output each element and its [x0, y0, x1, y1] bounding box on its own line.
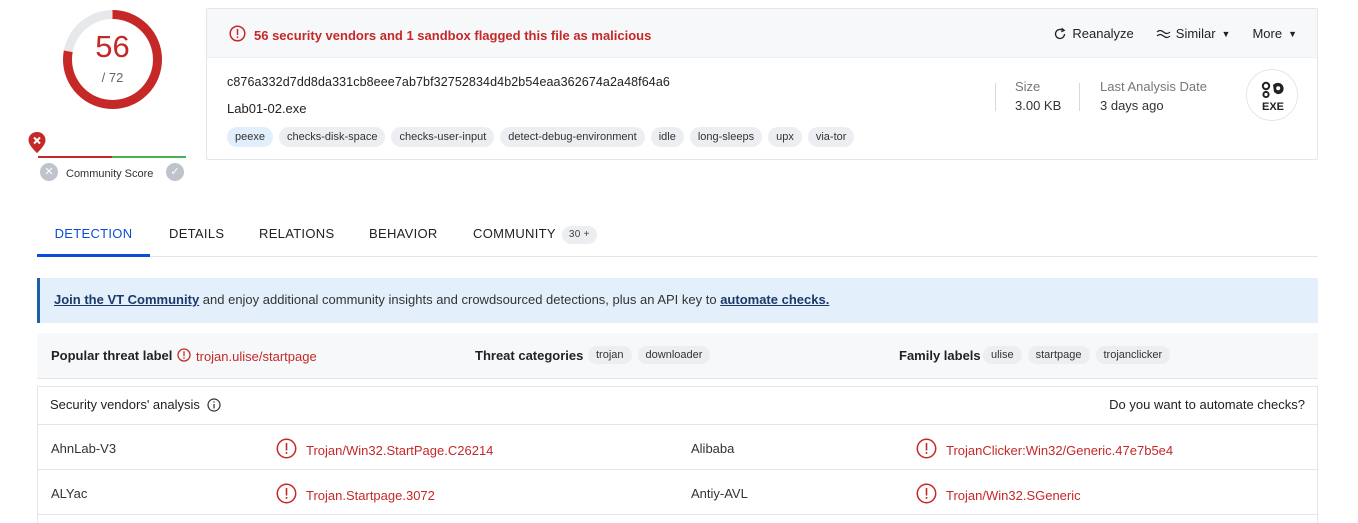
- file-tags: peexe checks-disk-space checks-user-inpu…: [227, 127, 860, 147]
- tab-detection[interactable]: DETECTION: [37, 215, 150, 257]
- reanalyze-button[interactable]: Reanalyze: [1053, 26, 1134, 41]
- file-tag[interactable]: checks-user-input: [391, 127, 495, 147]
- size-value: 3.00 KB: [1015, 98, 1062, 113]
- vendor-result: Trojan/Win32.StartPage.C26214: [276, 438, 493, 462]
- vendor-result: Trojan/Win32.SGeneric: [916, 483, 1081, 507]
- alert-circle-icon: [276, 483, 297, 507]
- alert-circle-icon: [916, 438, 937, 462]
- community-banner: Join the VT Community and enjoy addition…: [37, 278, 1318, 323]
- last-analysis-label: Last Analysis Date: [1100, 79, 1207, 94]
- map-pin-x-icon: [28, 132, 46, 159]
- file-hash[interactable]: c876a332d7dd8da331cb8eee7ab7bf32752834d4…: [227, 75, 670, 89]
- vendor-name: ALYac: [51, 486, 88, 501]
- chevron-down-icon: ▼: [1288, 28, 1297, 39]
- size-label: Size: [1015, 79, 1041, 94]
- chevron-down-icon: ▼: [1221, 28, 1231, 39]
- threat-categories-label: Threat categories: [475, 348, 584, 363]
- vendor-name: Antiy-AVL: [691, 486, 748, 501]
- card-actions: Reanalyze Similar ▼ More ▼: [1031, 26, 1297, 41]
- detection-label: Trojan/Win32.StartPage.C26214: [306, 442, 494, 458]
- last-analysis-value: 3 days ago: [1100, 98, 1164, 113]
- detection-label: TrojanClicker:Win32/Generic.47e7b5e4: [946, 442, 1174, 458]
- family-tag[interactable]: ulise: [983, 346, 1022, 364]
- file-tag[interactable]: detect-debug-environment: [500, 127, 645, 147]
- detected-count: 56: [95, 29, 130, 64]
- file-tag[interactable]: checks-disk-space: [278, 127, 386, 147]
- table-row: AhnLab-V3 Trojan/Win32.StartPage.C26214 …: [38, 426, 1317, 470]
- total-count: / 72: [101, 70, 124, 85]
- alert-circle-icon: [229, 25, 246, 45]
- file-type-badge: EXE: [1246, 69, 1298, 121]
- popular-threat-text: trojan.ulise/startpage: [196, 349, 317, 364]
- threat-category-tag[interactable]: trojan: [588, 346, 632, 364]
- community-score-label: Community Score: [66, 168, 154, 180]
- tab-community-label: COMMUNITY: [473, 226, 556, 241]
- table-row: ALYac Trojan.Startpage.3072 Antiy-AVL Tr…: [38, 471, 1317, 515]
- refresh-icon: [1055, 27, 1066, 39]
- detection-label: Trojan/Win32.SGeneric: [946, 487, 1081, 503]
- community-count-badge: 30 +: [561, 225, 597, 244]
- family-labels: ulise startpage trojanclicker: [983, 346, 1176, 364]
- family-tag[interactable]: startpage: [1027, 346, 1090, 364]
- family-tag[interactable]: trojanclicker: [1095, 346, 1171, 364]
- detection-label: Trojan.Startpage.3072: [306, 487, 435, 503]
- more-label: More: [1252, 26, 1283, 41]
- reanalyze-label: Reanalyze: [1072, 26, 1134, 41]
- malicious-alert: 56 security vendors and 1 sandbox flagge…: [229, 25, 651, 45]
- tab-relations[interactable]: RELATIONS: [259, 215, 334, 257]
- threat-category-tag[interactable]: downloader: [637, 346, 711, 364]
- vendor-result: Trojan.Startpage.3072: [276, 483, 435, 507]
- more-dropdown[interactable]: More ▼: [1252, 26, 1297, 41]
- file-tag[interactable]: idle: [650, 127, 684, 147]
- vendor-result: TrojanClicker:Win32/Generic.47e7b5e4: [916, 438, 1173, 462]
- alert-circle-icon: [276, 438, 297, 462]
- similar-dropdown[interactable]: Similar ▼: [1156, 26, 1231, 41]
- community-score-bar: [38, 156, 186, 158]
- divider: [995, 83, 996, 111]
- vendor-name: AhnLab-V3: [51, 441, 117, 456]
- automate-checks-prompt[interactable]: Do you want to automate checks?: [1109, 397, 1305, 412]
- divider: [1079, 83, 1080, 111]
- similar-label: Similar: [1175, 26, 1216, 41]
- card-header: 56 security vendors and 1 sandbox flagge…: [207, 9, 1317, 58]
- file-name: Lab01-02.exe: [227, 101, 307, 116]
- file-tag[interactable]: peexe: [227, 127, 273, 147]
- vendors-table-header: Security vendors' analysis Do you want t…: [38, 387, 1317, 425]
- alert-circle-icon: [177, 348, 191, 365]
- vendors-title: Security vendors' analysis: [50, 397, 221, 412]
- banner-text: and enjoy additional community insights …: [199, 292, 721, 307]
- vendor-name: Alibaba: [691, 441, 735, 456]
- popular-threat-label: Popular threat label: [51, 348, 173, 363]
- threat-categories: trojan downloader: [588, 346, 716, 364]
- tab-community[interactable]: COMMUNITY 30 +: [473, 215, 597, 257]
- popular-threat-value[interactable]: trojan.ulise/startpage: [177, 348, 317, 365]
- alert-circle-icon: [916, 483, 937, 507]
- vote-harmless-icon[interactable]: ✓: [166, 163, 184, 181]
- tab-bar: DETECTION DETAILS RELATIONS BEHAVIOR COM…: [37, 215, 1318, 257]
- automate-checks-link[interactable]: automate checks.: [720, 292, 829, 307]
- family-labels-label: Family labels: [899, 348, 981, 363]
- info-icon[interactable]: [207, 397, 221, 412]
- file-type-text: EXE: [1261, 101, 1284, 113]
- vendors-table: Security vendors' analysis Do you want t…: [37, 386, 1318, 523]
- join-community-link[interactable]: Join the VT Community: [54, 292, 199, 307]
- tab-behavior[interactable]: BEHAVIOR: [369, 215, 438, 257]
- tab-details[interactable]: DETAILS: [169, 215, 224, 257]
- detection-score-ring: 56 / 72: [60, 7, 165, 112]
- file-tag[interactable]: long-sleeps: [689, 127, 763, 147]
- file-tag[interactable]: via-tor: [807, 127, 855, 147]
- threat-summary: Popular threat label trojan.ulise/startp…: [37, 333, 1318, 379]
- file-tag[interactable]: upx: [768, 127, 802, 147]
- vote-malicious-icon[interactable]: ✕: [40, 163, 58, 181]
- alert-text: 56 security vendors and 1 sandbox flagge…: [254, 27, 652, 43]
- similar-icon: [1156, 29, 1171, 38]
- vendors-title-text: Security vendors' analysis: [50, 397, 200, 412]
- gears-icon: [1261, 81, 1284, 99]
- file-summary-card: 56 security vendors and 1 sandbox flagge…: [206, 8, 1318, 160]
